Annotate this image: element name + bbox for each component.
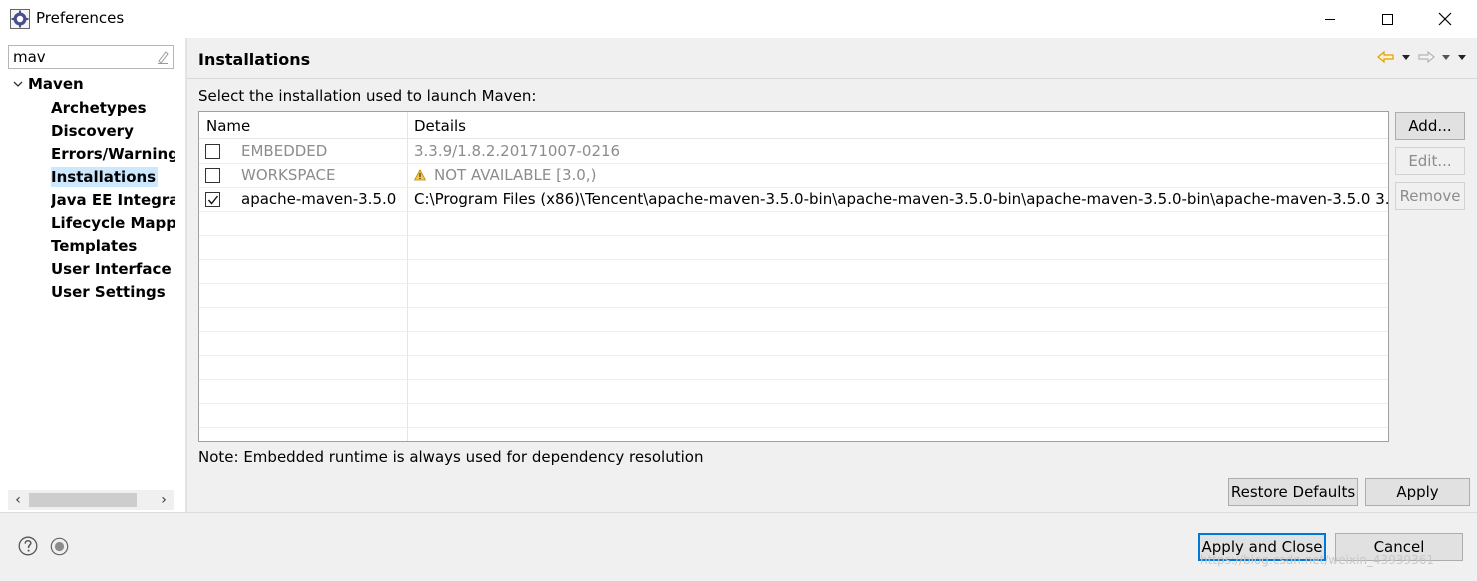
tree-item-java-ee-integration[interactable]: Java EE Integrati [51,189,175,211]
tree-item-lifecycle-mappings[interactable]: Lifecycle Mappir [51,212,175,234]
maximize-button[interactable] [1358,0,1416,38]
cell-details: 3.3.9/1.8.2.20171007-0216 [414,142,621,160]
tree-item-installations[interactable]: Installations [51,166,175,188]
apply-button[interactable]: Apply [1365,478,1470,506]
checkbox-apache-maven[interactable] [205,192,220,207]
minimize-icon [1325,19,1335,20]
back-arrow-icon[interactable] [1377,50,1395,64]
scroll-left-icon[interactable]: ‹ [10,492,26,508]
record-macro-icon[interactable] [50,537,69,556]
page-header: Installations [187,38,1477,78]
scrollbar-thumb[interactable] [29,493,137,507]
table-row-empty [199,284,1388,308]
table-row-workspace[interactable]: WORKSPACE NOT AVAILABLE [3.0,) [199,164,1388,188]
help-icon[interactable] [18,536,38,556]
close-button[interactable] [1416,0,1474,38]
title-bar: Preferences [0,0,1477,38]
table-header: Name Details [199,112,1388,139]
history-navigation [1377,48,1467,66]
installations-intro-text: Select the installation used to launch M… [198,87,537,105]
restore-defaults-button[interactable]: Restore Defaults [1228,478,1358,506]
cell-name: apache-maven-3.5.0 [241,190,397,208]
tree-horizontal-scrollbar[interactable]: ‹ › [8,490,174,510]
table-row-empty [199,236,1388,260]
filter-input-value: mav [13,48,46,66]
back-history-dropdown-icon[interactable] [1401,53,1411,61]
watermark-text: https://blog.csdn.net/weixin_43939361 [1200,553,1435,567]
table-row-apache-maven[interactable]: apache-maven-3.5.0 C:\Program Files (x86… [199,188,1388,212]
column-header-details[interactable]: Details [414,117,466,135]
table-row-empty [199,308,1388,332]
table-row-empty [199,332,1388,356]
forward-history-dropdown-icon[interactable] [1441,53,1451,61]
clear-filter-icon[interactable] [155,49,171,65]
preference-page: Installations Select the installation us… [187,38,1477,512]
warning-icon [414,169,426,181]
chevron-down-icon[interactable] [12,75,28,93]
checkmark-icon [207,195,219,205]
cell-name: EMBEDDED [241,142,328,160]
tree-item-user-interface[interactable]: User Interface [51,258,175,280]
filter-input[interactable]: mav [8,45,174,69]
installations-table: Name Details EMBEDDED 3.3.9/1.8.2.201710… [198,111,1389,442]
table-row-embedded[interactable]: EMBEDDED 3.3.9/1.8.2.20171007-0216 [199,140,1388,164]
column-header-name[interactable]: Name [206,117,250,135]
table-row-empty [199,380,1388,404]
cell-details: NOT AVAILABLE [3.0,) [434,166,597,184]
close-icon [1438,12,1452,26]
table-row-empty [199,212,1388,236]
tree-item-archetypes[interactable]: Archetypes [51,97,175,119]
tree-item-discovery[interactable]: Discovery [51,120,175,142]
scroll-right-icon[interactable]: › [156,492,172,508]
table-row-empty [199,260,1388,284]
remove-button[interactable]: Remove [1395,182,1465,210]
window-title: Preferences [36,9,125,27]
tree-node-label: Maven [28,75,84,93]
eclipse-app-icon [10,9,30,29]
table-row-empty [199,356,1388,380]
preference-tree-panel: mav Maven Archetypes Discovery Errors/Wa… [0,38,185,512]
page-title: Installations [198,50,311,69]
minimize-button[interactable] [1301,0,1359,38]
tree-item-errors-warnings[interactable]: Errors/Warnings [51,143,175,165]
tree-item-templates[interactable]: Templates [51,235,175,257]
edit-button[interactable]: Edit... [1395,147,1465,175]
tree-item-user-settings[interactable]: User Settings [51,281,175,303]
embedded-runtime-note: Note: Embedded runtime is always used fo… [198,448,704,466]
tree-node-maven[interactable]: Maven [12,75,84,97]
table-row-empty [199,404,1388,428]
dialog-button-bar: Apply and Close Cancel https://blog.csdn… [0,512,1477,581]
view-menu-icon[interactable] [1457,53,1467,61]
checkbox-embedded[interactable] [205,144,220,159]
cell-name: WORKSPACE [241,166,336,184]
checkbox-workspace[interactable] [205,168,220,183]
header-separator [187,78,1477,79]
cell-details: C:\Program Files (x86)\Tencent\apache-ma… [414,190,1389,208]
forward-arrow-icon[interactable] [1417,50,1435,64]
cell-details-container: NOT AVAILABLE [3.0,) [414,166,596,184]
maximize-icon [1382,14,1393,25]
add-button[interactable]: Add... [1395,112,1465,140]
